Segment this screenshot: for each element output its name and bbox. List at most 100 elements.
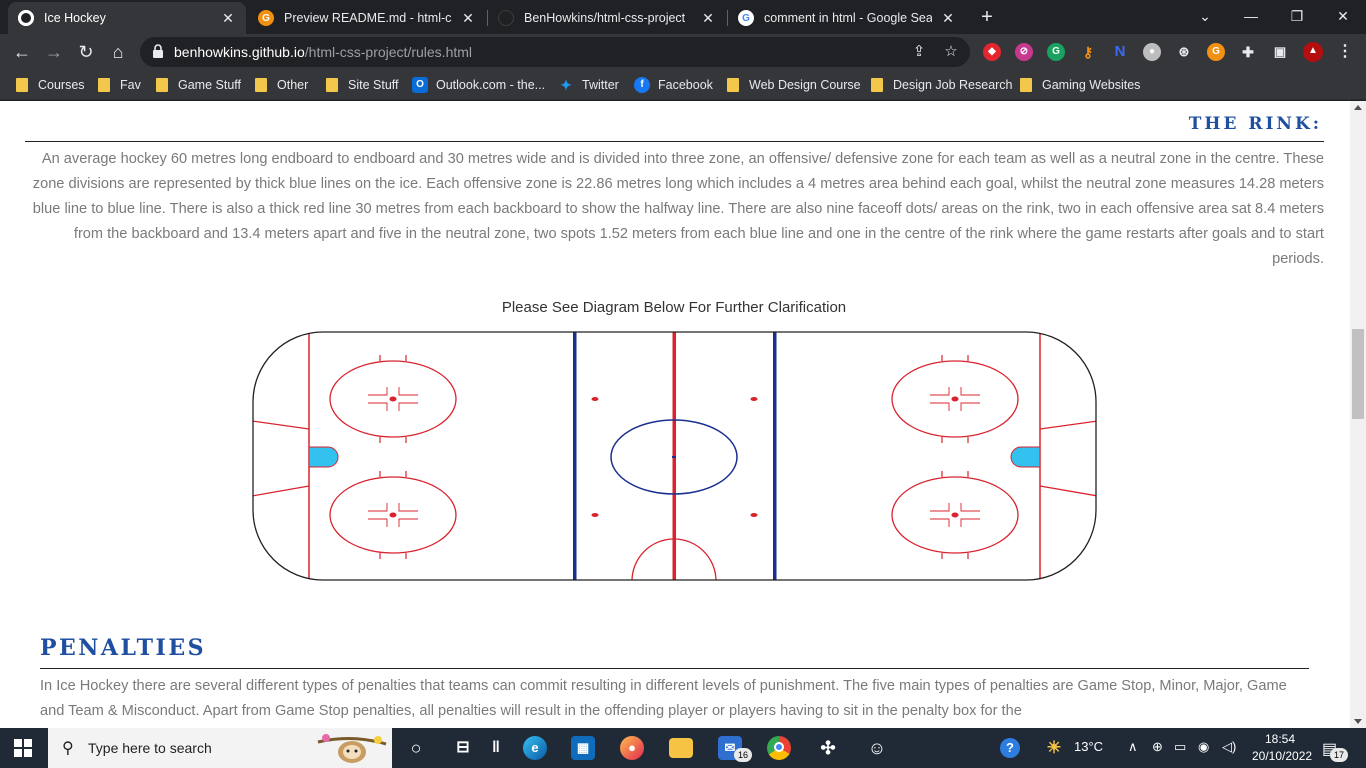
twitter-icon: ✦ <box>560 77 572 93</box>
tab-title: Preview README.md - html-css-p <box>284 11 452 25</box>
folder-icon <box>156 78 168 92</box>
new-tab-button[interactable]: + <box>976 6 998 28</box>
bookmark-site-stuff[interactable]: Site Stuff <box>326 76 399 94</box>
extension-shield-icon[interactable]: ◆ <box>983 43 1001 61</box>
bookmark-web-design-course[interactable]: Web Design Course <box>727 76 861 94</box>
bookmark-game-stuff[interactable]: Game Stuff <box>156 76 241 94</box>
profile-avatar[interactable]: ▲ <box>1303 42 1323 62</box>
tab-strip: Ice Hockey ✕ G Preview README.md - html-… <box>0 0 1366 34</box>
notification-count: 17 <box>1330 748 1348 762</box>
folder-icon <box>871 78 883 92</box>
battery-icon[interactable]: ▭ <box>1174 739 1186 755</box>
scroll-up-icon[interactable] <box>1354 105 1362 110</box>
home-icon[interactable]: ⌂ <box>105 39 131 65</box>
mail-badge: 16 <box>734 748 752 762</box>
emoji-app-icon[interactable]: ☺ <box>865 736 889 760</box>
divider <box>25 141 1324 142</box>
tab-github-repo[interactable]: BenHowkins/html-css-project ✕ <box>488 2 726 34</box>
bookmark-outlook[interactable]: O Outlook.com - the... <box>412 76 545 94</box>
store-icon[interactable]: ▦ <box>571 736 595 760</box>
github-icon <box>498 10 514 26</box>
folder-icon <box>98 78 110 92</box>
firefox-icon[interactable]: ● <box>620 736 644 760</box>
tab-ice-hockey[interactable]: Ice Hockey ✕ <box>8 2 246 34</box>
neutral-dot <box>750 513 758 517</box>
minimize-icon[interactable]: — <box>1228 0 1274 32</box>
extension-cast-icon[interactable]: ⊛ <box>1175 43 1193 61</box>
weather-temperature[interactable]: 13°C <box>1074 739 1103 754</box>
neutral-dot <box>591 397 599 401</box>
extension-g-icon[interactable]: G <box>1207 43 1225 61</box>
tab-title: Ice Hockey <box>44 11 106 25</box>
bookmark-fav[interactable]: Fav <box>98 76 141 94</box>
file-explorer-icon[interactable] <box>669 738 693 758</box>
address-path: /html-css-project/rules.html <box>304 44 473 60</box>
back-icon[interactable]: ← <box>9 39 35 65</box>
help-icon[interactable]: ? <box>1000 738 1020 758</box>
divider <box>40 668 1309 669</box>
extension-key-icon[interactable]: ⚷ <box>1079 43 1097 61</box>
network-icon[interactable]: ◉ <box>1198 739 1209 755</box>
bookmarks-bar: Courses Fav Game Stuff Other Site Stuff … <box>0 70 1366 100</box>
tray-chevron-icon[interactable]: ∧ <box>1128 739 1138 755</box>
volume-icon[interactable]: ◁) <box>1222 739 1236 755</box>
rink-diagram <box>252 331 1097 581</box>
weather-icon[interactable]: ☀ <box>1042 736 1066 760</box>
clock-time: 18:54 <box>1264 732 1296 746</box>
tab-google-search[interactable]: G comment in html - Google Searc ✕ <box>728 2 966 34</box>
share-icon[interactable]: ⇪ <box>910 43 928 61</box>
forward-icon[interactable]: → <box>41 39 67 65</box>
tab-title: BenHowkins/html-css-project <box>524 11 686 25</box>
bookmark-facebook[interactable]: f Facebook <box>634 76 713 94</box>
close-icon[interactable]: ✕ <box>940 10 956 27</box>
taskbar-search[interactable]: ⚲ Type here to search <box>48 728 392 768</box>
scroll-down-icon[interactable] <box>1354 719 1362 724</box>
close-icon[interactable]: ✕ <box>220 10 236 27</box>
task-view-icon[interactable]: ⊟ <box>451 736 475 760</box>
page-scrollbar[interactable] <box>1350 101 1366 728</box>
side-panel-icon[interactable]: ▣ <box>1271 43 1289 61</box>
search-icon: ⚲ <box>62 740 74 757</box>
search-placeholder: Type here to search <box>88 740 212 756</box>
folder-icon <box>1020 78 1032 92</box>
tray-device-icon[interactable]: ⊕ <box>1152 739 1163 755</box>
github-icon <box>18 10 34 26</box>
extension-block-icon[interactable]: ⊘ <box>1015 43 1033 61</box>
clock-date: 20/10/2022 <box>1252 749 1313 763</box>
cortana-icon[interactable]: ○ <box>404 736 428 760</box>
reload-icon[interactable]: ↻ <box>73 39 99 65</box>
extension-grey-icon[interactable]: ● <box>1143 43 1161 61</box>
bookmark-courses[interactable]: Courses <box>16 76 85 94</box>
windows-start-icon[interactable] <box>14 739 32 757</box>
slack-icon[interactable]: ✣ <box>816 736 840 760</box>
folder-icon <box>16 78 28 92</box>
close-icon[interactable]: ✕ <box>700 10 716 27</box>
address-bar[interactable]: benhowkins.github.io/html-css-project/ru… <box>140 37 970 67</box>
bookmark-label: Fav <box>120 78 141 92</box>
edge-icon[interactable]: e <box>523 736 547 760</box>
diagram-caption: Please See Diagram Below For Further Cla… <box>501 299 847 316</box>
extension-n-icon[interactable]: N <box>1111 43 1129 61</box>
window-close-icon[interactable]: ✕ <box>1320 0 1366 32</box>
bookmark-gaming-websites[interactable]: Gaming Websites <box>1020 76 1140 94</box>
bookmark-other[interactable]: Other <box>255 76 308 94</box>
rink-heading: THE RINK: <box>1188 114 1322 134</box>
extension-grammarly-icon[interactable]: G <box>1047 43 1065 61</box>
bookmark-star-icon[interactable]: ☆ <box>942 43 960 61</box>
bookmark-twitter[interactable]: ✦ Twitter <box>558 76 619 94</box>
close-icon[interactable]: ✕ <box>460 10 476 27</box>
bookmark-design-job-research[interactable]: Design Job Research <box>871 76 1013 94</box>
menu-kebab-icon[interactable]: ⋮ <box>1336 43 1354 61</box>
system-clock[interactable]: 18:54 20/10/2022 <box>1252 731 1313 765</box>
tab-readme-preview[interactable]: G Preview README.md - html-css-p ✕ <box>248 2 486 34</box>
folder-icon <box>727 78 739 92</box>
penalties-heading: PENALTIES <box>40 635 206 661</box>
extensions-puzzle-icon[interactable]: ✚ <box>1239 43 1257 61</box>
chrome-icon[interactable] <box>767 736 791 760</box>
taskbar-divider-icon: ‖ <box>492 739 500 756</box>
tab-search-icon[interactable]: ⌄ <box>1182 0 1228 32</box>
scrollbar-thumb[interactable] <box>1352 329 1364 419</box>
restore-icon[interactable]: ❐ <box>1274 0 1320 32</box>
address-url: benhowkins.github.io/html-css-project/ru… <box>174 44 472 60</box>
bookmark-label: Web Design Course <box>749 78 861 92</box>
